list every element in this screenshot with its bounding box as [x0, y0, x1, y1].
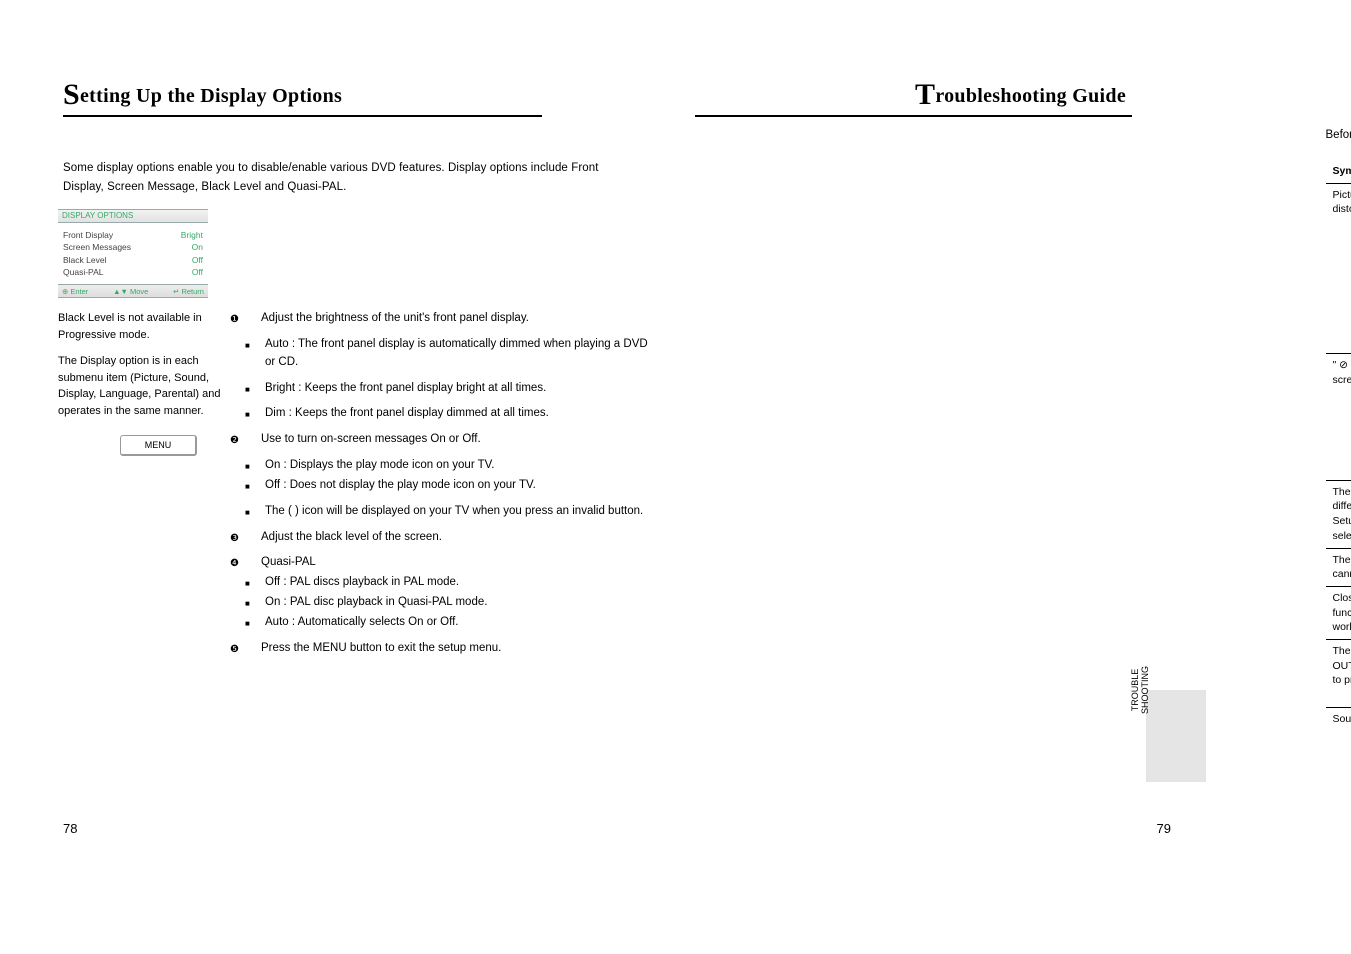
section-tab: TROUBLE SHOOTING: [1146, 690, 1206, 782]
display-options-osd: DISPLAY OPTIONS Front DisplayBrightScree…: [58, 209, 208, 298]
right-page-number: 79: [1157, 821, 1171, 836]
left-page-number: 78: [63, 821, 77, 836]
osd-footer: ⊕ Enter ▲▼ Move ↵ Return: [58, 284, 208, 298]
steps-list: ❶Adjust the brightness of the unit's fro…: [233, 310, 676, 665]
left-section-title: Setting Up the Display Options: [63, 78, 542, 117]
osd-items: Front DisplayBrightScreen MessagesOnBlac…: [58, 223, 208, 284]
right-section-title: Troubleshooting Guide: [695, 78, 1132, 117]
left-preface: Some display options enable you to disab…: [63, 159, 623, 197]
menu-button-graphic: MENU: [120, 435, 197, 456]
side-notes: Black Level is not available in Progress…: [58, 310, 233, 665]
osd-header: DISPLAY OPTIONS: [58, 209, 208, 223]
left-page: Setting Up the Display Options Some disp…: [0, 0, 676, 954]
right-page: Troubleshooting Guide Before requesting …: [676, 0, 1351, 954]
right-preface: Before requesting service, please check …: [1326, 126, 1351, 145]
troubleshooting-table: SymptomPossible Cause/SolutionPage Pictu…: [1326, 160, 1351, 745]
